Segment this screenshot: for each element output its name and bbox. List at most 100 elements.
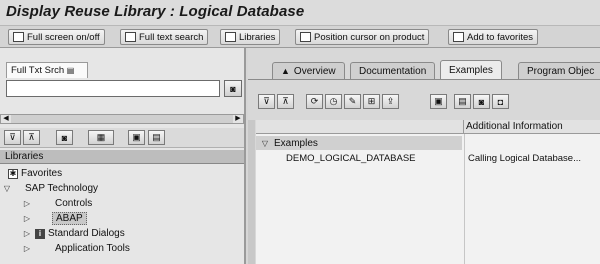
tree-label: Standard Dialogs	[48, 228, 125, 239]
tab-strip-divider	[248, 79, 600, 80]
libraries-button[interactable]: Libraries	[220, 29, 281, 45]
fullscreen-icon	[13, 32, 24, 42]
tree-item-application-tools[interactable]: ▷ Application Tools	[22, 241, 130, 256]
column-header-name[interactable]	[256, 120, 464, 134]
collapsed-icon[interactable]: ▷	[22, 229, 32, 238]
collapsed-icon[interactable]: ▷	[22, 199, 32, 208]
details-button[interactable]: ▣	[128, 130, 145, 145]
collapsed-icon[interactable]: ▷	[22, 214, 32, 223]
tab-program-objects[interactable]: Program Objec	[518, 62, 600, 79]
group-row-examples[interactable]: ▽ Examples	[256, 136, 462, 150]
details-button[interactable]: ▣	[430, 94, 447, 109]
tree-item-abap[interactable]: ▷ ABAP	[22, 211, 87, 226]
main-toolbar: Full screen on/off Full text search Libr…	[0, 26, 600, 48]
tree-label: Favorites	[21, 168, 63, 179]
expand-icon: ⊽	[263, 96, 270, 106]
collapse-all-button[interactable]: ⊼	[23, 130, 40, 145]
edit-icon: ✎	[348, 96, 357, 106]
cursor-icon	[300, 32, 311, 42]
find-button[interactable]: ◙	[473, 94, 490, 109]
expanded-icon[interactable]: ▽	[260, 139, 270, 148]
tab-label: Program Objec	[527, 65, 595, 77]
full-text-search-label: Full text search	[139, 31, 204, 43]
full-text-search-button[interactable]: Full text search	[120, 29, 209, 45]
print-icon: ▤	[458, 96, 467, 106]
tree-label: Application Tools	[55, 243, 130, 254]
transport-button[interactable]: ⇪	[382, 94, 399, 109]
collapse-icon: ⊼	[282, 96, 289, 106]
expand-all-button[interactable]: ⊽	[258, 94, 275, 109]
collapsed-icon[interactable]: ▷	[22, 244, 32, 253]
right-pane: ▲ Overview Documentation Examples Progra…	[248, 48, 600, 264]
info-icon: i	[35, 228, 45, 239]
tree-item-favorites[interactable]: ✱ Favorites	[8, 166, 62, 181]
group-label: Examples	[274, 137, 318, 149]
expanded-icon[interactable]: ▽	[2, 184, 12, 193]
hierarchy-button[interactable]: ⊞	[363, 94, 380, 109]
layout-button[interactable]: ▦	[88, 130, 114, 145]
position-cursor-button[interactable]: Position cursor on product	[295, 29, 430, 45]
tree-item-sap-technology[interactable]: ▽ SAP Technology	[2, 181, 98, 196]
find-button[interactable]: ◙	[56, 130, 73, 145]
libraries-label: Libraries	[239, 31, 276, 43]
window-title: Display Reuse Library : Logical Database	[6, 3, 305, 20]
tab-full-text-search[interactable]: Full Txt Srch ▤	[6, 62, 88, 78]
add-to-favorites-label: Add to favorites	[467, 31, 534, 43]
clock-button[interactable]: ◷	[325, 94, 342, 109]
tree-label: ABAP	[52, 212, 87, 225]
add-to-favorites-button[interactable]: Add to favorites	[448, 29, 539, 45]
tree-label: SAP Technology	[25, 183, 99, 194]
tab-documentation[interactable]: Documentation	[350, 62, 436, 79]
scroll-right-icon[interactable]: ▶	[233, 115, 243, 123]
favorites-icon	[453, 32, 464, 42]
position-cursor-label: Position cursor on product	[314, 31, 425, 43]
find-next-button[interactable]: ◘	[492, 94, 509, 109]
horizontal-scrollbar[interactable]: ◀ ▶	[0, 114, 244, 124]
tab-overview[interactable]: ▲ Overview	[272, 62, 345, 79]
examples-toolbar: ⊽ ⊼ ⟳ ◷ ✎ ⊞ ⇪ ▣ ▤ ◙ ◘	[248, 92, 600, 114]
fullscreen-button[interactable]: Full screen on/off	[8, 29, 105, 45]
transport-icon: ⇪	[386, 96, 395, 106]
print-button[interactable]: ▤	[454, 94, 471, 109]
tab-examples[interactable]: Examples	[440, 60, 502, 79]
edit-button[interactable]: ✎	[344, 94, 361, 109]
title-bar: Display Reuse Library : Logical Database	[0, 0, 600, 26]
print-icon: ▤	[152, 132, 161, 142]
books-icon	[225, 32, 236, 42]
link-button[interactable]: ⟳	[306, 94, 323, 109]
expand-all-button[interactable]: ⊽	[4, 130, 21, 145]
tree-item-controls[interactable]: ▷ Controls	[22, 196, 92, 211]
link-icon: ⟳	[310, 96, 319, 106]
grid-row-margin	[248, 120, 255, 264]
left-pane: Full Txt Srch ▤ ◙ ◀ ▶ ⊽ ⊼ ◙ ▦ ▣ ▤ Librar…	[0, 48, 246, 264]
details-icon: ▣	[132, 132, 141, 142]
search-go-button[interactable]: ◙	[224, 80, 242, 97]
tree-item-standard-dialogs[interactable]: ▷ i Standard Dialogs	[22, 226, 125, 241]
scroll-left-icon[interactable]: ◀	[1, 115, 11, 123]
layout-icon: ▦	[96, 132, 106, 142]
examples-grid: ▽ Examples DEMO_LOGICAL_DATABASE Calling…	[256, 134, 600, 264]
example-name-cell[interactable]: DEMO_LOGICAL_DATABASE	[286, 153, 416, 164]
grid-header: Additional Information	[256, 120, 600, 134]
column-divider	[464, 134, 465, 264]
fullscreen-label: Full screen on/off	[27, 31, 100, 43]
column-header-additional-info[interactable]: Additional Information	[466, 121, 563, 132]
details-icon: ▣	[434, 96, 443, 106]
tab-label: Documentation	[359, 65, 427, 77]
search-input[interactable]	[6, 80, 220, 97]
binoculars-icon: ◙	[478, 96, 485, 107]
star-icon: ✱	[8, 168, 18, 179]
tree-label: Controls	[55, 198, 93, 209]
expand-icon: ⊽	[9, 132, 16, 142]
clock-icon: ◷	[329, 96, 338, 106]
find-next-icon: ◘	[497, 96, 504, 107]
binoculars-icon: ◙	[61, 132, 68, 143]
print-button[interactable]: ▤	[148, 130, 165, 145]
overview-icon: ▲	[281, 66, 290, 76]
tree-toolbar: ⊽ ⊼ ◙ ▦ ▣ ▤	[0, 128, 244, 148]
collapse-all-button[interactable]: ⊼	[277, 94, 294, 109]
document-icon: ▤	[66, 66, 75, 75]
binoculars-icon: ◙	[230, 83, 236, 94]
collapse-icon: ⊼	[28, 132, 35, 142]
tab-full-text-search-label: Full Txt Srch	[11, 65, 65, 76]
